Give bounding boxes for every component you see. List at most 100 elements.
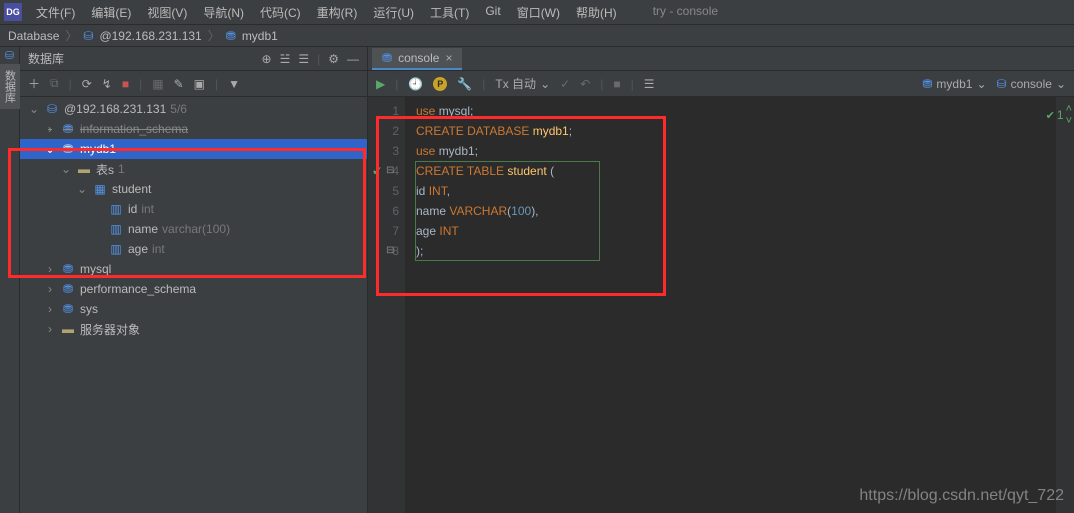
editor-area: ⛃ console × ▶ | 🕘 P 🔧 | Tx 自动 ⌄ ✓ ↶ | ■ … [368,47,1074,513]
tree-sys[interactable]: › ⛃ sys [20,299,367,319]
crumb-schema[interactable]: mydb1 [242,29,278,43]
code-editor[interactable]: 123✔⊟4567⊟8 use mysql;CREATE DATABASE my… [368,97,1074,513]
stop-icon[interactable]: ■ [122,77,129,91]
schema-icon: ⛃ [60,262,76,276]
tree-label: @192.168.231.131 [64,102,166,116]
divider: | [215,77,218,91]
column-icon: ▥ [108,242,124,256]
menu-edit[interactable]: 编辑(E) [85,2,137,23]
menu-code[interactable]: 代码(C) [254,2,307,23]
menu-file[interactable]: 文件(F) [30,2,81,23]
gear-icon[interactable]: ⚙ [328,52,339,66]
stop-icon[interactable]: ■ [613,77,620,91]
database-tab[interactable]: 数据库 [0,64,20,109]
tree-label: 服务器对象 [80,321,140,338]
inspection-status[interactable]: ✔1 ˄ ˅ [1046,103,1072,127]
editor-toolbar: ▶ | 🕘 P 🔧 | Tx 自动 ⌄ ✓ ↶ | ■ | ☰ ⛃ mydb1 … [368,71,1074,97]
history-icon[interactable]: 🕘 [408,77,423,91]
chevron-right-icon[interactable]: › [44,302,56,316]
tab-label: console [398,51,439,65]
database-panel: 数据库 ⊕ ☱ ☰ | ⚙ — ＋ ⧉ | ⟳ ↯ ■ | ▦ ✎ ▣ | ▼ [20,47,368,513]
chevron-right-icon[interactable]: › [44,282,56,296]
tree-badge: 5/6 [170,102,187,116]
edit-icon[interactable]: ✎ [174,77,184,91]
tree-type: int [152,242,165,256]
chevron-down-icon[interactable]: ⌄ [76,182,88,196]
tree-mysql[interactable]: › ⛃ mysql [20,259,367,279]
menu-tools[interactable]: 工具(T) [424,2,475,23]
tree-information-schema[interactable]: › ⛃ information_schema [20,119,367,139]
tree-label: 表s [96,161,114,178]
menu-refactor[interactable]: 重构(R) [311,2,364,23]
database-tab-icon: ⛁ [5,49,14,62]
settings-icon[interactable]: ☰ [644,77,655,91]
tree-performance-schema[interactable]: › ⛃ performance_schema [20,279,367,299]
table-icon: ▦ [92,182,108,196]
divider: | [482,77,485,91]
commit-icon[interactable]: ✓ [560,77,570,91]
main-menu: 文件(F) 编辑(E) 视图(V) 导航(N) 代码(C) 重构(R) 运行(U… [30,2,724,23]
menu-window[interactable]: 窗口(W) [511,2,566,23]
explain-icon[interactable]: P [433,77,447,91]
tree-table-student[interactable]: ⌄ ▦ student [20,179,367,199]
tree-root[interactable]: ⌄ ⛁ @192.168.231.131 5/6 [20,99,367,119]
crumb-host[interactable]: @192.168.231.131 [99,29,201,43]
tree-label: mydb1 [80,142,116,156]
run-icon[interactable]: ▶ [376,77,385,91]
tree-label: student [112,182,151,196]
refresh-icon[interactable]: ⟳ [82,77,92,91]
tree-column-name[interactable]: ▥ name varchar(100) [20,219,367,239]
menu-git[interactable]: Git [479,2,506,23]
chevron-right-icon[interactable]: › [44,122,56,136]
crumb-sep: 〉 [65,27,77,44]
column-icon: ▥ [108,222,124,236]
tree-tables-folder[interactable]: ⌄ ▬ 表s 1 [20,159,367,179]
close-icon[interactable]: × [445,51,452,65]
menu-run[interactable]: 运行(U) [367,2,420,23]
table-icon[interactable]: ▦ [152,77,163,91]
chevron-right-icon[interactable]: › [44,322,56,336]
tree-column-age[interactable]: ▥ age int [20,239,367,259]
schema-icon: ⛃ [60,142,76,156]
filter-icon[interactable]: ▼ [228,77,240,91]
tree-server-objects[interactable]: › ▬ 服务器对象 [20,319,367,339]
database-toolbar: ＋ ⧉ | ⟳ ↯ ■ | ▦ ✎ ▣ | ▼ [20,71,367,97]
titlebar: DG 文件(F) 编辑(E) 视图(V) 导航(N) 代码(C) 重构(R) 运… [0,0,1074,25]
editor-tabbar: ⛃ console × [368,47,1074,71]
collapse-icon[interactable]: ☰ [298,52,309,66]
tree-mydb1[interactable]: ⌄ ⛃ mydb1 [20,139,367,159]
rollback-icon[interactable]: ↶ [580,77,590,91]
chevron-down-icon[interactable]: ⌄ [28,102,40,116]
tree-label: name [128,222,158,236]
console-icon[interactable]: ▣ [194,77,205,91]
tree-label: sys [80,302,98,316]
menu-help[interactable]: 帮助(H) [570,2,623,23]
crumb-sep: 〉 [208,27,220,44]
code-body[interactable]: use mysql;CREATE DATABASE mydb1;use mydb… [406,97,1056,513]
menu-view[interactable]: 视图(V) [141,2,193,23]
schema-dropdown[interactable]: ⛃ mydb1 ⌄ [922,77,986,91]
chevron-right-icon[interactable]: › [44,262,56,276]
tab-console[interactable]: ⛃ console × [372,48,462,70]
tree-column-id[interactable]: ▥ id int [20,199,367,219]
session-dropdown[interactable]: ⛁ console ⌄ [997,77,1067,91]
tx-mode-dropdown[interactable]: Tx 自动 ⌄ [495,75,550,92]
chevron-down-icon[interactable]: ⌄ [60,162,72,176]
crumb-database[interactable]: Database [8,29,59,43]
tree-label: age [128,242,148,256]
divider: | [69,77,72,91]
sync-icon[interactable]: ↯ [102,77,112,91]
project-title: try - console [647,2,724,23]
menu-navigate[interactable]: 导航(N) [197,2,250,23]
wrench-icon[interactable]: 🔧 [457,77,472,91]
copy-icon[interactable]: ⧉ [50,76,59,91]
divider: | [395,77,398,91]
tree-label: information_schema [80,122,188,136]
chevron-down-icon[interactable]: ⌄ [44,142,56,156]
minimize-icon[interactable]: — [347,52,359,66]
expand-icon[interactable]: ☱ [280,52,291,66]
chevron-down-icon: ⌄ [1056,77,1066,91]
add-icon[interactable]: ＋ [28,75,40,92]
divider: | [631,77,634,91]
target-icon[interactable]: ⊕ [262,52,272,66]
